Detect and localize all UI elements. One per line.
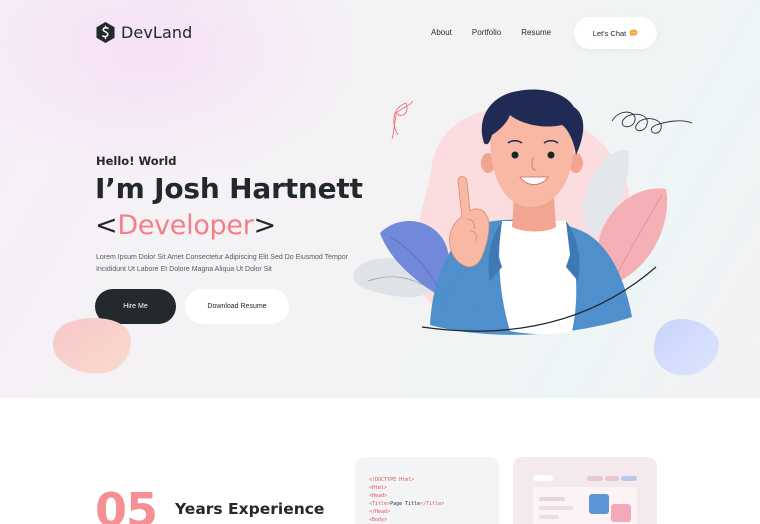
logo[interactable]: DevLand [96,22,192,43]
role-word: Developer [117,210,254,241]
hero-name: I’m Josh Hartnett [95,172,363,205]
code-snippet: <!DOCTYPE Html> <Html> <Head> <Title>Pag… [369,476,444,524]
code-line: <Title>Page Title</Title> [369,501,445,507]
code-line: <Html> [369,485,388,491]
code-line: <Body> [369,517,388,523]
code-line: <Head> [369,493,388,499]
code-preview-card: <!DOCTYPE Html> <Html> <Head> <Title>Pag… [355,457,499,524]
logo-icon [96,22,115,43]
design-mockup-graphic [533,475,637,524]
nav-item-about[interactable]: About [431,28,452,37]
code-line: </Head> [369,509,391,515]
download-resume-button[interactable]: Download Resume [185,289,289,324]
role-bracket-close: > [253,210,277,241]
developer-illustration [353,89,693,335]
role-bracket-open: < [95,210,118,241]
code-line: <!DOCTYPE Html> [369,477,415,483]
main-nav: About Portfolio Resume [431,28,551,37]
decorative-blob-left [53,318,131,374]
lets-chat-button[interactable]: Let's Chat [574,17,657,49]
lets-chat-label: Let's Chat [592,28,627,38]
hero-greeting: Hello! World [96,154,177,168]
hero-section: DevLand About Portfolio Resume Let's Cha… [0,0,760,398]
design-preview-card [513,457,657,524]
nav-item-portfolio[interactable]: Portfolio [472,28,501,37]
chat-bubble-icon [629,29,638,37]
brand-name: DevLand [121,23,193,42]
experience-years-label: Years Experience [175,500,325,518]
nav-item-resume[interactable]: Resume [521,28,551,37]
hero-description: Lorem Ipsum Dolor Sit Amet Consectetur A… [96,254,348,273]
experience-years-number: 05 [95,483,158,524]
hero-role: <Developer> [95,210,276,241]
